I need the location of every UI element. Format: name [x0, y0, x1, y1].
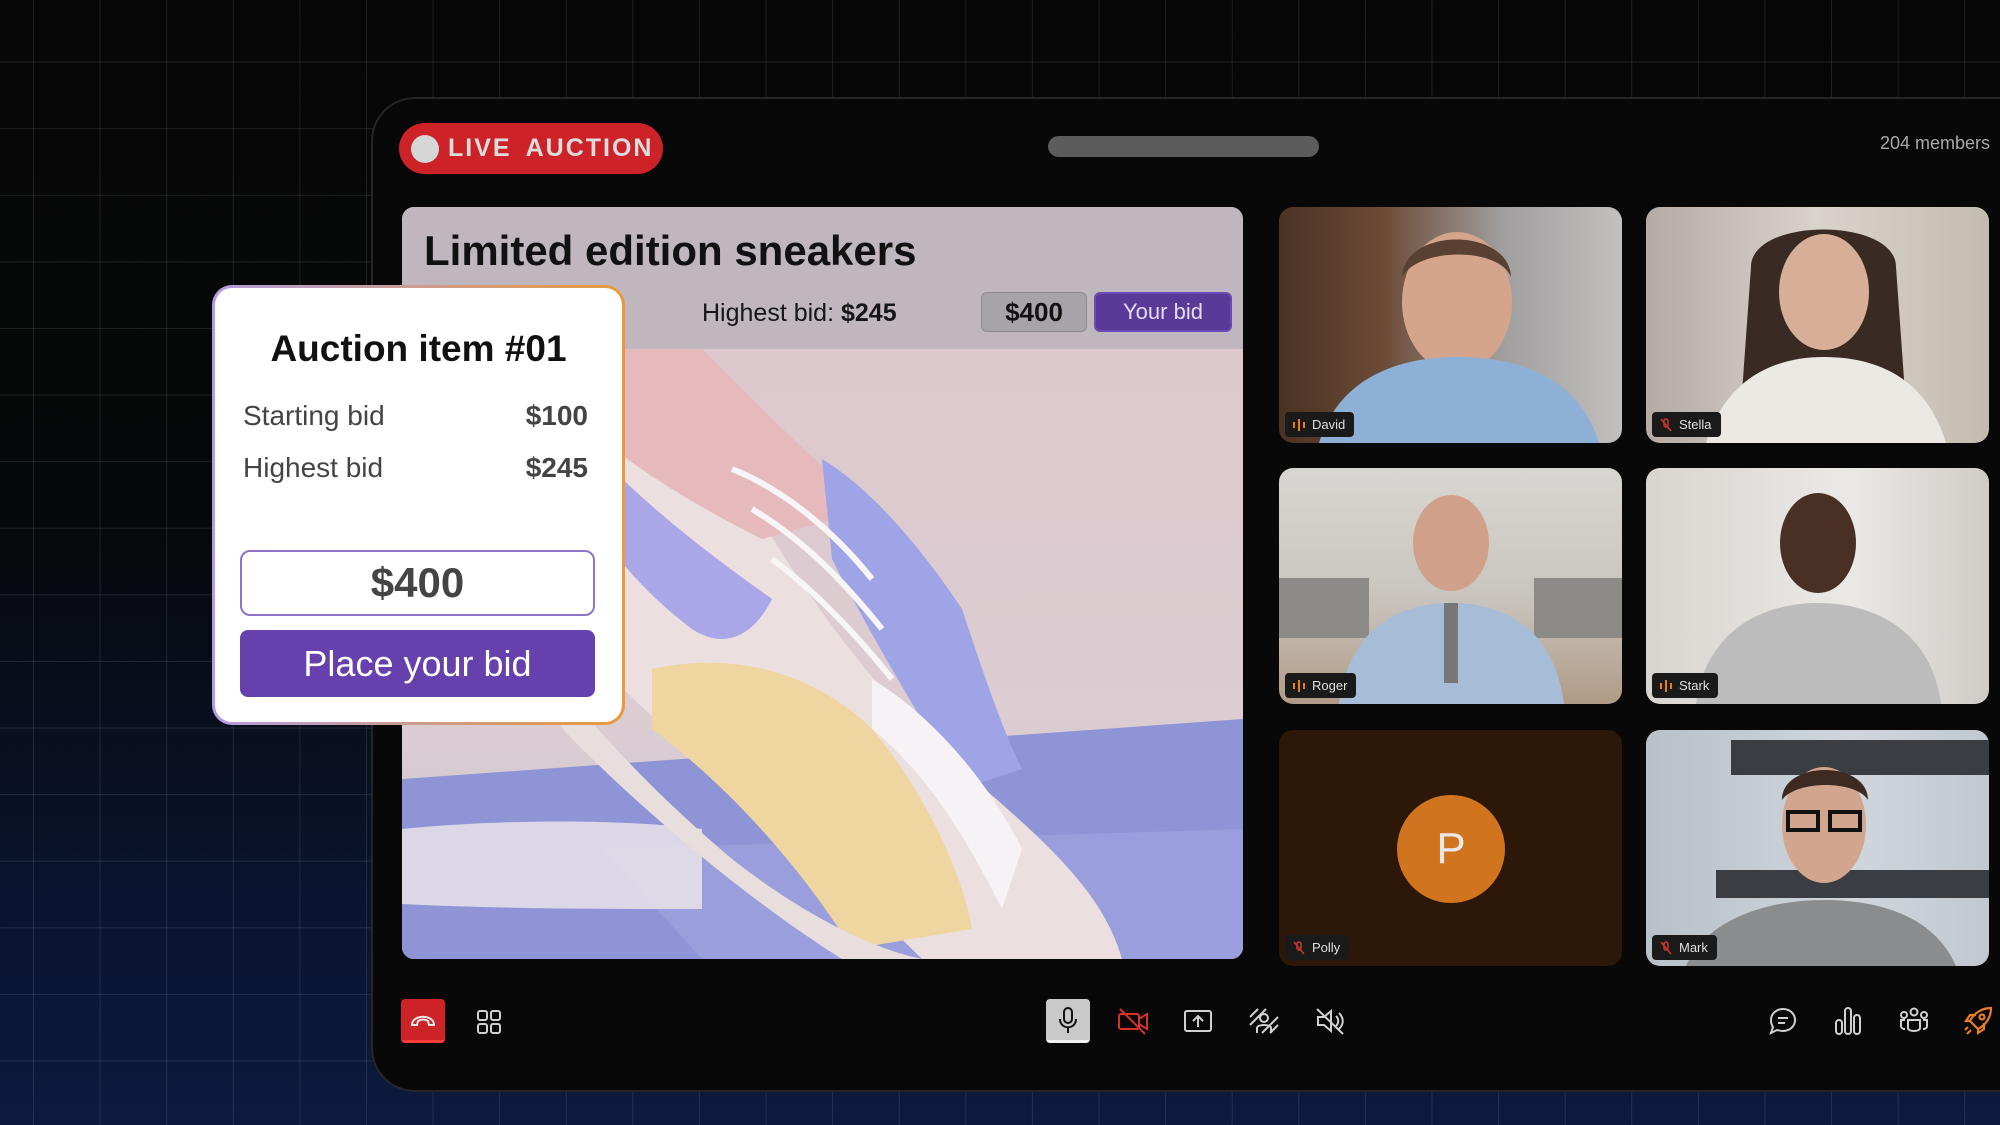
speaker-button[interactable] [1312, 1003, 1348, 1039]
participant-label: Stark [1652, 673, 1719, 698]
auction-item-card: Auction item #01 Starting bid $100 Highe… [212, 285, 625, 725]
highest-bid-text: Highest bid: $245 [702, 299, 897, 328]
background-blur-icon [1249, 1008, 1279, 1034]
participants-button[interactable] [1896, 1003, 1932, 1039]
drag-handle[interactable] [1048, 136, 1319, 157]
live-dot-icon [411, 134, 439, 163]
starting-bid-row: Starting bid $100 [243, 400, 588, 432]
participant-video [1686, 740, 1989, 966]
microphone-icon [1059, 1006, 1077, 1033]
screen-share-icon [1184, 1010, 1212, 1032]
background-effects-button[interactable] [1246, 1003, 1282, 1039]
mic-muted-icon [1660, 417, 1672, 431]
place-bid-button[interactable]: Place your bid [240, 630, 595, 697]
grid-view-button[interactable] [472, 1005, 506, 1039]
polls-button[interactable] [1830, 1003, 1866, 1039]
highest-bid-label: Highest bid [243, 452, 384, 483]
bid-amount-input[interactable]: $400 [240, 550, 595, 616]
starting-bid-value: $100 [525, 400, 588, 431]
poll-icon [1835, 1007, 1861, 1035]
participant-label: David [1285, 412, 1355, 437]
participant-tile[interactable]: P Polly [1279, 730, 1622, 966]
participant-tile[interactable]: Roger [1279, 468, 1622, 704]
participant-name: Mark [1679, 940, 1708, 955]
starting-bid-label: Starting bid [243, 400, 385, 431]
live-auction-badge: LIVE AUCTION [399, 123, 663, 174]
participant-video [1319, 232, 1599, 443]
participants-icon [1900, 1007, 1928, 1032]
participant-label: Polly [1285, 935, 1350, 960]
speaking-icon [1293, 679, 1305, 692]
highest-bid-value: $245 [525, 452, 588, 483]
camera-off-icon [1118, 1008, 1148, 1035]
participant-name: David [1312, 417, 1346, 432]
participant-tile[interactable]: Stella [1646, 207, 1989, 443]
bid-amount-field[interactable]: $400 [981, 292, 1087, 332]
participant-tile[interactable]: Stark [1646, 468, 1989, 704]
chat-button[interactable] [1765, 1003, 1801, 1039]
microphone-button[interactable] [1046, 999, 1090, 1043]
mic-muted-icon [1660, 940, 1672, 954]
chat-icon [1769, 1007, 1797, 1035]
participant-tile[interactable]: David [1279, 207, 1622, 443]
mic-muted-icon [1293, 940, 1305, 954]
boost-button[interactable] [1960, 1003, 1996, 1039]
participant-video [1696, 493, 1941, 704]
live-auction-label: LIVE AUCTION [448, 134, 654, 162]
participant-avatar: P [1397, 795, 1505, 903]
participant-video [1706, 229, 1946, 443]
your-bid-button[interactable]: Your bid [1094, 292, 1232, 332]
product-title: Limited edition sneakers [424, 227, 917, 274]
participant-label: Stella [1652, 412, 1721, 437]
highest-bid-label: Highest bid: [702, 299, 835, 327]
participant-name: Stark [1679, 678, 1710, 693]
speaking-icon [1660, 679, 1672, 692]
participant-label: Roger [1285, 673, 1357, 698]
highest-bid-row: Highest bid $245 [243, 452, 588, 484]
speaker-muted-icon [1316, 1008, 1344, 1035]
end-call-icon [410, 1015, 436, 1026]
participant-name: Stella [1679, 417, 1712, 432]
highest-bid-value: $245 [840, 299, 897, 327]
participant-name: Roger [1312, 678, 1348, 693]
participant-name: Polly [1312, 940, 1341, 955]
participant-label: Mark [1652, 935, 1717, 960]
members-count: 204 members [1880, 133, 1991, 153]
boost-icon [1963, 1006, 1993, 1036]
auction-item-title: Auction item #01 [270, 328, 567, 369]
end-call-button[interactable] [401, 999, 445, 1043]
share-screen-button[interactable] [1180, 1003, 1216, 1039]
camera-button[interactable] [1115, 1003, 1151, 1039]
participant-tile[interactable]: Mark [1646, 730, 1989, 966]
participant-video [1279, 495, 1622, 704]
grid-view-icon [477, 1010, 501, 1034]
speaking-icon [1293, 418, 1305, 431]
